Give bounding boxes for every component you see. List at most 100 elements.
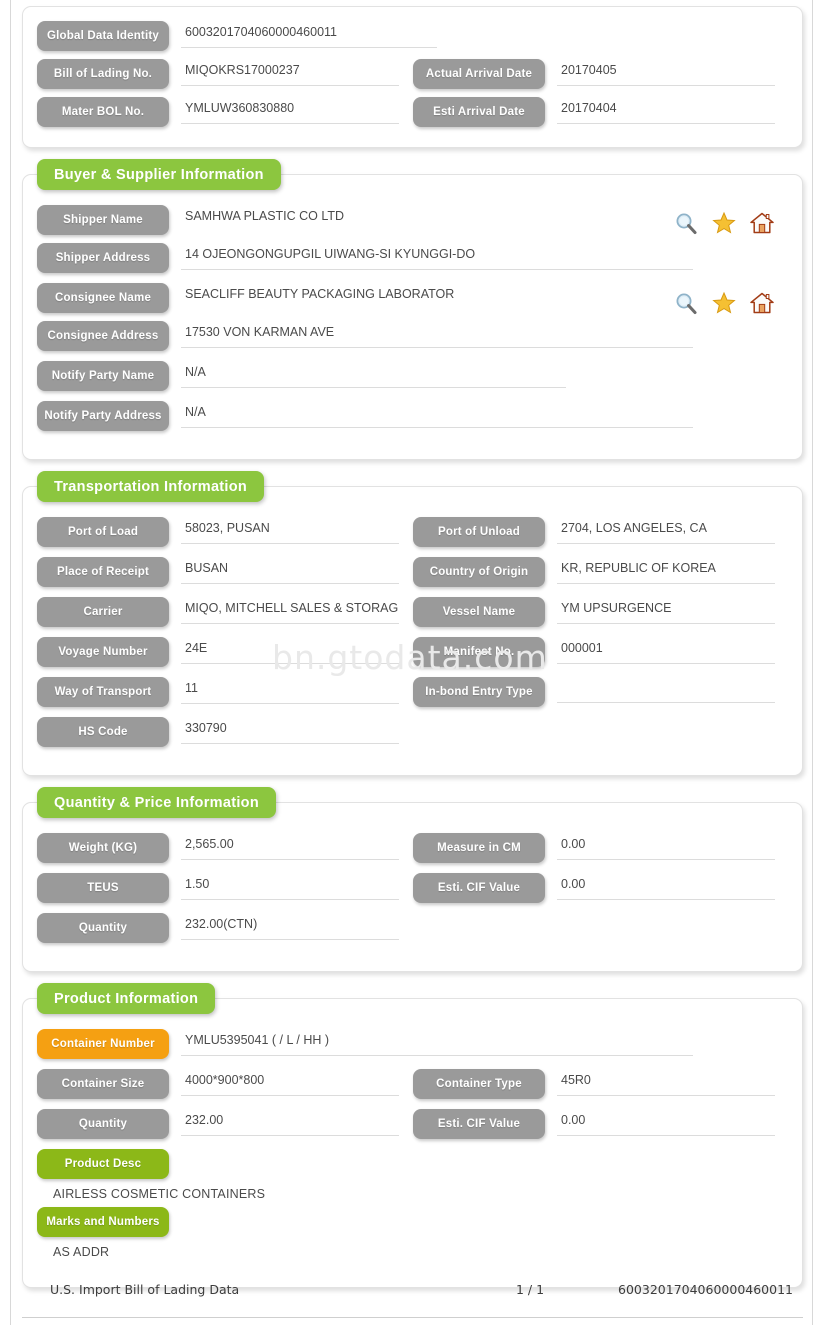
home-icon[interactable] <box>750 291 774 315</box>
label-shipper-name: Shipper Name <box>37 205 169 235</box>
search-icon[interactable] <box>674 211 698 235</box>
field-row-carrier: Carrier MIQO, MITCHELL SALES & STORAGE I… <box>37 597 788 627</box>
value-port-of-load[interactable]: 58023, PUSAN <box>181 517 399 544</box>
buyer-supplier-card: Buyer & Supplier Information Shipper Nam… <box>22 159 803 460</box>
page-footer: U.S. Import Bill of Lading Data 1 / 1 60… <box>22 1262 803 1318</box>
value-consignee-name[interactable]: SEACLIFF BEAUTY PACKAGING LABORATOR <box>181 283 566 309</box>
field-row-notify-party-name: Notify Party Name N/A <box>37 361 788 391</box>
field-voyage-number: Voyage Number 24E <box>37 637 413 667</box>
label-in-bond-entry-type: In-bond Entry Type <box>413 677 545 707</box>
transportation-card: Transportation Information Port of Load … <box>22 471 803 776</box>
label-country-of-origin: Country of Origin <box>413 557 545 587</box>
label-port-of-load: Port of Load <box>37 517 169 547</box>
value-container-type[interactable]: 45R0 <box>557 1069 775 1096</box>
field-esti-arrival-date: Esti Arrival Date 20170404 <box>413 97 789 127</box>
footer-record-id: 6003201704060000460011 <box>618 1282 793 1297</box>
label-teus: TEUS <box>37 873 169 903</box>
label-notify-party-name: Notify Party Name <box>37 361 169 391</box>
value-container-number[interactable]: YMLU5395041 ( / L / HH ) <box>181 1029 693 1056</box>
label-shipper-address: Shipper Address <box>37 243 169 273</box>
label-container-size: Container Size <box>37 1069 169 1099</box>
field-consignee-address: Consignee Address 17530 VON KARMAN AVE <box>37 321 789 351</box>
value-bill-of-lading-no[interactable]: MIQOKRS17000237 <box>181 59 399 86</box>
value-quantity-price[interactable]: 232.00(CTN) <box>181 913 399 940</box>
field-manifest-no: Manifest No. 000001 <box>413 637 789 667</box>
value-product-quantity[interactable]: 232.00 <box>181 1109 399 1136</box>
search-icon[interactable] <box>674 291 698 315</box>
field-weight-kg: Weight (KG) 2,565.00 <box>37 833 413 863</box>
field-row-consignee-address: Consignee Address 17530 VON KARMAN AVE <box>37 321 788 351</box>
field-row-port-of-load: Port of Load 58023, PUSAN Port of Unload… <box>37 517 788 547</box>
consignee-action-icons <box>674 291 774 315</box>
label-consignee-name: Consignee Name <box>37 283 169 313</box>
star-icon[interactable] <box>712 291 736 315</box>
field-row-shipper-address: Shipper Address 14 OJEONGONGUPGIL UIWANG… <box>37 243 788 273</box>
home-icon[interactable] <box>750 211 774 235</box>
identity-card: Global Data Identity 6003201704060000460… <box>22 6 803 148</box>
field-row-voyage-number: Voyage Number 24E Manifest No. 000001 <box>37 637 788 667</box>
label-esti-cif-value-qty: Esti. CIF Value <box>413 873 545 903</box>
field-row-teus: TEUS 1.50 Esti. CIF Value 0.00 <box>37 873 788 903</box>
value-shipper-address[interactable]: 14 OJEONGONGUPGIL UIWANG-SI KYUNGGI-DO <box>181 243 693 270</box>
value-carrier[interactable]: MIQO, MITCHELL SALES & STORAGE I <box>181 597 399 624</box>
label-container-type: Container Type <box>413 1069 545 1099</box>
value-shipper-name[interactable]: SAMHWA PLASTIC CO LTD <box>181 205 566 231</box>
section-header-product-information: Product Information <box>37 983 216 1014</box>
value-notify-party-address[interactable]: N/A <box>181 401 693 428</box>
value-mater-bol-no[interactable]: YMLUW360830880 <box>181 97 399 124</box>
section-header-quantity-price: Quantity & Price Information <box>37 787 276 818</box>
label-quantity-price: Quantity <box>37 913 169 943</box>
value-actual-arrival-date[interactable]: 20170405 <box>557 59 775 86</box>
value-notify-party-name[interactable]: N/A <box>181 361 566 388</box>
value-weight-kg[interactable]: 2,565.00 <box>181 833 399 860</box>
field-container-type: Container Type 45R0 <box>413 1069 789 1099</box>
section-header-buyer-supplier: Buyer & Supplier Information <box>37 159 281 190</box>
value-esti-cif-value-qty[interactable]: 0.00 <box>557 873 775 900</box>
value-consignee-address[interactable]: 17530 VON KARMAN AVE <box>181 321 693 348</box>
field-esti-cif-value-product: Esti. CIF Value 0.00 <box>413 1109 789 1139</box>
value-country-of-origin[interactable]: KR, REPUBLIC OF KOREA <box>557 557 775 584</box>
label-container-number[interactable]: Container Number <box>37 1029 169 1059</box>
field-notify-party-name: Notify Party Name N/A <box>37 361 789 391</box>
value-voyage-number[interactable]: 24E <box>181 637 399 664</box>
page-right-rule <box>812 0 813 1325</box>
label-weight-kg: Weight (KG) <box>37 833 169 863</box>
field-carrier: Carrier MIQO, MITCHELL SALES & STORAGE I <box>37 597 413 627</box>
value-vessel-name[interactable]: YM UPSURGENCE <box>557 597 775 624</box>
label-way-of-transport: Way of Transport <box>37 677 169 707</box>
value-teus[interactable]: 1.50 <box>181 873 399 900</box>
label-place-of-receipt: Place of Receipt <box>37 557 169 587</box>
value-measure-in-cm[interactable]: 0.00 <box>557 833 775 860</box>
field-shipper-address: Shipper Address 14 OJEONGONGUPGIL UIWANG… <box>37 243 789 273</box>
value-place-of-receipt[interactable]: BUSAN <box>181 557 399 584</box>
field-container-size: Container Size 4000*900*800 <box>37 1069 413 1099</box>
field-hs-code: HS Code 330790 <box>37 717 413 747</box>
label-esti-cif-value-product: Esti. CIF Value <box>413 1109 545 1139</box>
section-header-transportation: Transportation Information <box>37 471 265 502</box>
value-hs-code[interactable]: 330790 <box>181 717 399 744</box>
shipper-action-icons <box>674 211 774 235</box>
field-country-of-origin: Country of Origin KR, REPUBLIC OF KOREA <box>413 557 789 587</box>
field-vessel-name: Vessel Name YM UPSURGENCE <box>413 597 789 627</box>
field-in-bond-entry-type: In-bond Entry Type <box>413 677 789 707</box>
value-container-size[interactable]: 4000*900*800 <box>181 1069 399 1096</box>
label-carrier: Carrier <box>37 597 169 627</box>
value-manifest-no[interactable]: 000001 <box>557 637 775 664</box>
field-mater-bol-no: Mater BOL No. YMLUW360830880 <box>37 97 413 127</box>
label-product-desc: Product Desc <box>37 1149 169 1179</box>
label-mater-bol-no: Mater BOL No. <box>37 97 169 127</box>
value-global-data-identity[interactable]: 6003201704060000460011 <box>181 21 437 48</box>
value-esti-cif-value-product[interactable]: 0.00 <box>557 1109 775 1136</box>
value-port-of-unload[interactable]: 2704, LOS ANGELES, CA <box>557 517 775 544</box>
field-global-data-identity: Global Data Identity 6003201704060000460… <box>37 21 437 51</box>
field-row-container-number: Container Number YMLU5395041 ( / L / HH … <box>37 1029 788 1059</box>
value-in-bond-entry-type[interactable] <box>557 677 775 703</box>
field-esti-cif-value-qty: Esti. CIF Value 0.00 <box>413 873 789 903</box>
value-esti-arrival-date[interactable]: 20170404 <box>557 97 775 124</box>
field-measure-in-cm: Measure in CM 0.00 <box>413 833 789 863</box>
label-consignee-address: Consignee Address <box>37 321 169 351</box>
label-product-quantity: Quantity <box>37 1109 169 1139</box>
value-way-of-transport[interactable]: 11 <box>181 677 399 704</box>
star-icon[interactable] <box>712 211 736 235</box>
document-body: Global Data Identity 6003201704060000460… <box>22 0 803 1314</box>
